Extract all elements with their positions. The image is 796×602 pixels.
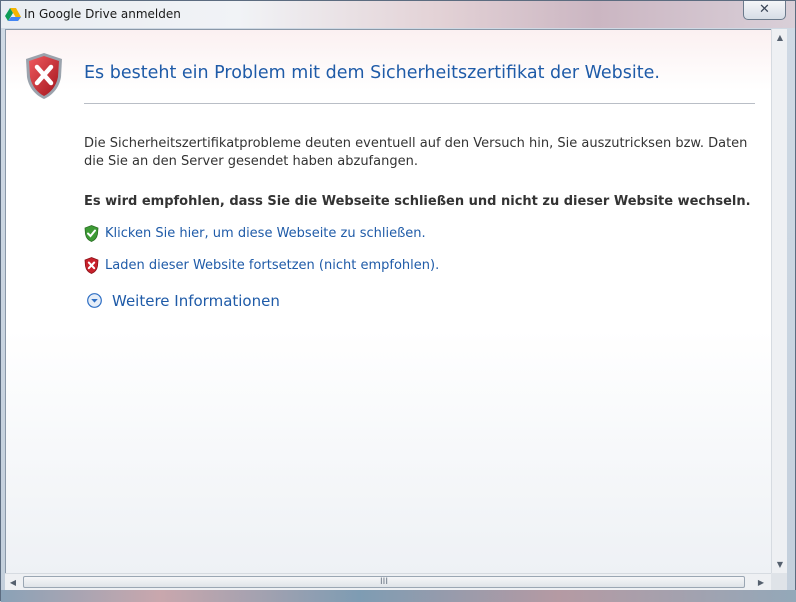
- green-shield-check-icon: [84, 225, 99, 242]
- scroll-up-arrow-icon[interactable]: ▲: [772, 29, 788, 46]
- scroll-right-arrow-icon[interactable]: ▶: [753, 574, 769, 591]
- horizontal-scrollbar[interactable]: ◀ III ▶: [5, 573, 771, 590]
- scroll-down-arrow-icon[interactable]: ▼: [772, 556, 788, 573]
- error-shield-icon: [26, 53, 62, 99]
- vertical-scrollbar[interactable]: ▲ ▼: [771, 29, 787, 573]
- description-text: Die Sicherheitszertifikatprobleme deuten…: [84, 136, 748, 169]
- scroll-grip-icon: III: [380, 577, 388, 587]
- window-title: In Google Drive anmelden: [24, 7, 181, 21]
- recommendation-text: Es wird empfohlen, dass Sie die Webseite…: [84, 194, 751, 209]
- close-icon: ✕: [759, 2, 770, 17]
- red-shield-x-icon: [84, 257, 99, 274]
- browser-window: In Google Drive anmelden ✕ Es besteht ei…: [0, 0, 796, 602]
- more-info-link[interactable]: Weitere Informationen: [112, 292, 280, 310]
- close-page-link[interactable]: Klicken Sie hier, um diese Webseite zu s…: [105, 226, 426, 241]
- page-title: Es besteht ein Problem mit dem Sicherhei…: [84, 63, 660, 83]
- page-viewport: Es besteht ein Problem mit dem Sicherhei…: [5, 29, 771, 573]
- continue-link[interactable]: Laden dieser Website fortsetzen (nicht e…: [105, 258, 439, 273]
- desktop-background-strip: [1, 590, 796, 602]
- scroll-left-arrow-icon[interactable]: ◀: [5, 574, 21, 591]
- close-button[interactable]: ✕: [743, 1, 786, 20]
- chevron-down-circle-icon: [87, 293, 102, 308]
- google-drive-icon: [5, 8, 21, 21]
- title-bar[interactable]: In Google Drive anmelden ✕: [1, 1, 795, 28]
- scrollbar-corner: [771, 573, 787, 590]
- horizontal-scroll-thumb[interactable]: III: [23, 576, 745, 588]
- divider: [84, 103, 755, 104]
